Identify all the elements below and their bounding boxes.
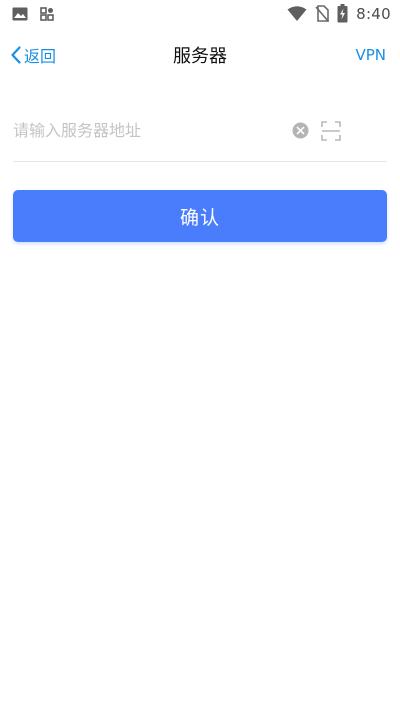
page-title: 服务器 — [173, 46, 227, 67]
battery-charging-icon — [337, 4, 348, 23]
status-time: 8:40 — [356, 4, 391, 23]
confirm-button[interactable]: 确认 — [13, 190, 387, 242]
status-left — [12, 6, 66, 21]
app-grid-icon — [40, 6, 54, 21]
clear-icon[interactable] — [292, 122, 309, 139]
scan-icon[interactable] — [321, 120, 341, 141]
image-icon — [12, 7, 28, 21]
server-input-row — [13, 100, 387, 162]
chevron-left-icon — [11, 46, 21, 64]
wifi-icon — [287, 5, 307, 22]
vpn-button[interactable]: VPN — [355, 28, 386, 82]
nav-bar: 返回 服务器 VPN — [0, 28, 400, 82]
back-label: 返回 — [24, 47, 57, 66]
back-button[interactable]: 返回 — [11, 28, 56, 82]
server-address-input[interactable] — [13, 110, 284, 151]
server-settings-screen: 8:40 返回 服务器 VPN 请输入服务器地址 确认 — [0, 0, 400, 711]
no-sim-icon — [315, 5, 330, 22]
status-right: 8:40 — [279, 4, 391, 23]
status-bar: 8:40 — [0, 0, 400, 27]
